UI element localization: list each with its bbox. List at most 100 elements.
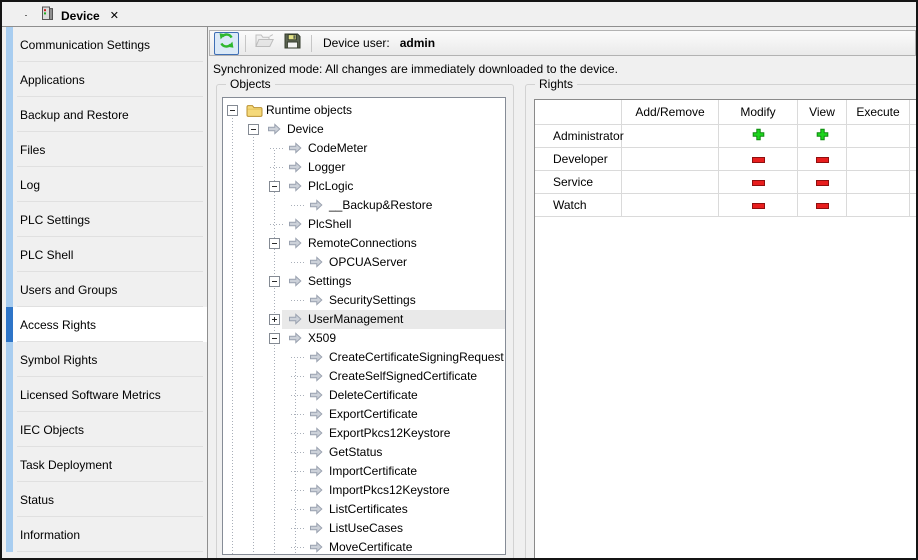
tree-node-exportpkcs12keystore[interactable]: ExportPkcs12Keystore bbox=[223, 424, 505, 443]
perm-cell-watch-view[interactable] bbox=[798, 194, 847, 217]
perm-cell-administrator-add-remove[interactable] bbox=[622, 125, 719, 148]
tree-node-label[interactable]: X509 bbox=[308, 329, 336, 348]
refresh-sync-button[interactable] bbox=[214, 32, 239, 55]
grant-plus-icon bbox=[816, 128, 829, 144]
tree-node-label[interactable]: Device bbox=[287, 120, 324, 139]
collapse-minus-icon[interactable] bbox=[269, 181, 280, 192]
tree-node-label[interactable]: Settings bbox=[308, 272, 351, 291]
perm-cell-developer-execute[interactable] bbox=[847, 148, 910, 171]
tree-node-label[interactable]: CreateCertificateSigningRequest bbox=[329, 348, 504, 367]
tree-node-deletecertificate[interactable]: DeleteCertificate bbox=[223, 386, 505, 405]
perm-cell-administrator-view[interactable] bbox=[798, 125, 847, 148]
tree-node-codemeter[interactable]: CodeMeter bbox=[223, 139, 505, 158]
perm-cell-developer-modify[interactable] bbox=[719, 148, 798, 171]
sidebar-item-status[interactable]: Status bbox=[6, 482, 207, 517]
perm-cell-watch-modify[interactable] bbox=[719, 194, 798, 217]
tree-node-logger[interactable]: Logger bbox=[223, 158, 505, 177]
tree-node-label[interactable]: DeleteCertificate bbox=[329, 386, 418, 405]
tree-node-backup-restore[interactable]: __Backup&Restore bbox=[223, 196, 505, 215]
tree-node-label[interactable]: MoveCertificate bbox=[329, 538, 412, 555]
tree-node-opcuaserver[interactable]: OPCUAServer bbox=[223, 253, 505, 272]
tree-node-label[interactable]: ImportPkcs12Keystore bbox=[329, 481, 450, 500]
tree-node-settings[interactable]: Settings bbox=[223, 272, 505, 291]
row-filler-cell bbox=[910, 148, 918, 171]
tree-node-label[interactable]: __Backup&Restore bbox=[329, 196, 432, 215]
sidebar-item-communication-settings[interactable]: Communication Settings bbox=[6, 27, 207, 62]
perm-cell-service-add-remove[interactable] bbox=[622, 171, 719, 194]
tree-node-label[interactable]: ListUseCases bbox=[329, 519, 403, 538]
tree-node-securitysettings[interactable]: SecuritySettings bbox=[223, 291, 505, 310]
perm-cell-administrator-modify[interactable] bbox=[719, 125, 798, 148]
tree-node-label[interactable]: Runtime objects bbox=[266, 101, 352, 120]
tree-node-label[interactable]: ExportCertificate bbox=[329, 405, 418, 424]
tree-node-createcertificatesigningrequest[interactable]: CreateCertificateSigningRequest bbox=[223, 348, 505, 367]
close-icon[interactable]: ✕ bbox=[110, 9, 119, 22]
tree-node-label[interactable]: CodeMeter bbox=[308, 139, 367, 158]
objects-tree-panel[interactable]: Runtime objectsDeviceCodeMeterLoggerPlcL… bbox=[222, 97, 506, 555]
tree-node-listusecases[interactable]: ListUseCases bbox=[223, 519, 505, 538]
perm-cell-service-modify[interactable] bbox=[719, 171, 798, 194]
tree-node-remoteconnections[interactable]: RemoteConnections bbox=[223, 234, 505, 253]
tree-node-label[interactable]: PlcShell bbox=[308, 215, 351, 234]
tree-node-usermanagement[interactable]: UserManagement bbox=[223, 310, 505, 329]
collapse-minus-icon[interactable] bbox=[269, 238, 280, 249]
tree-node-label[interactable]: SecuritySettings bbox=[329, 291, 416, 310]
tree-node-movecertificate[interactable]: MoveCertificate bbox=[223, 538, 505, 555]
sidebar-item-licensed-software-metrics[interactable]: Licensed Software Metrics bbox=[6, 377, 207, 412]
sidebar-item-label: Symbol Rights bbox=[20, 353, 97, 367]
perm-cell-developer-add-remove[interactable] bbox=[622, 148, 719, 171]
tree-node-label[interactable]: UserManagement bbox=[308, 310, 403, 329]
sidebar-item-backup-and-restore[interactable]: Backup and Restore bbox=[6, 97, 207, 132]
sidebar-item-task-deployment[interactable]: Task Deployment bbox=[6, 447, 207, 482]
collapse-minus-icon[interactable] bbox=[269, 276, 280, 287]
sidebar-item-information[interactable]: Information bbox=[6, 517, 207, 552]
tree-node-x509[interactable]: X509 bbox=[223, 329, 505, 348]
sidebar-item-iec-objects[interactable]: IEC Objects bbox=[6, 412, 207, 447]
collapse-minus-icon[interactable] bbox=[269, 333, 280, 344]
collapse-minus-icon[interactable] bbox=[227, 105, 238, 116]
arrow-icon bbox=[309, 370, 323, 382]
sidebar-item-plc-shell[interactable]: PLC Shell bbox=[6, 237, 207, 272]
perm-cell-developer-view[interactable] bbox=[798, 148, 847, 171]
tree-node-label[interactable]: PlcLogic bbox=[308, 177, 353, 196]
tree-node-label[interactable]: OPCUAServer bbox=[329, 253, 407, 272]
tree-node-exportcertificate[interactable]: ExportCertificate bbox=[223, 405, 505, 424]
perm-cell-administrator-execute[interactable] bbox=[847, 125, 910, 148]
sidebar-item-symbol-rights[interactable]: Symbol Rights bbox=[6, 342, 207, 377]
perm-cell-watch-add-remove[interactable] bbox=[622, 194, 719, 217]
expand-plus-icon[interactable] bbox=[269, 314, 280, 325]
tree-node-plclogic[interactable]: PlcLogic bbox=[223, 177, 505, 196]
sidebar-item-access-rights[interactable]: Access Rights bbox=[6, 307, 207, 342]
tree-connector-line bbox=[291, 414, 304, 415]
tree-node-label[interactable]: ImportCertificate bbox=[329, 462, 417, 481]
perm-cell-service-view[interactable] bbox=[798, 171, 847, 194]
perm-cell-service-execute[interactable] bbox=[847, 171, 910, 194]
export-users-button[interactable] bbox=[280, 32, 305, 55]
tree-node-label[interactable]: RemoteConnections bbox=[308, 234, 417, 253]
sidebar-item-files[interactable]: Files bbox=[6, 132, 207, 167]
sidebar-item-log[interactable]: Log bbox=[6, 167, 207, 202]
tree-node-label[interactable]: ExportPkcs12Keystore bbox=[329, 424, 450, 443]
tree-node-label[interactable]: ListCertificates bbox=[329, 500, 408, 519]
sidebar-item-applications[interactable]: Applications bbox=[6, 62, 207, 97]
selection-accent-bar bbox=[6, 167, 13, 202]
tree-node-importpkcs12keystore[interactable]: ImportPkcs12Keystore bbox=[223, 481, 505, 500]
sidebar-item-plc-settings[interactable]: PLC Settings bbox=[6, 202, 207, 237]
tree-node-device[interactable]: Device bbox=[223, 120, 505, 139]
tree-node-createselfsignedcertificate[interactable]: CreateSelfSignedCertificate bbox=[223, 367, 505, 386]
collapse-minus-icon[interactable] bbox=[248, 124, 259, 135]
import-users-button[interactable] bbox=[252, 32, 277, 55]
tree-node-plcshell[interactable]: PlcShell bbox=[223, 215, 505, 234]
tree-node-label[interactable]: GetStatus bbox=[329, 443, 382, 462]
tree-node-getstatus[interactable]: GetStatus bbox=[223, 443, 505, 462]
sync-icon bbox=[218, 32, 235, 54]
tree-node-importcertificate[interactable]: ImportCertificate bbox=[223, 462, 505, 481]
tree-node-label[interactable]: CreateSelfSignedCertificate bbox=[329, 367, 477, 386]
tree-node-label[interactable]: Logger bbox=[308, 158, 345, 177]
tree-node-runtime-objects[interactable]: Runtime objects bbox=[223, 101, 505, 120]
tree-node-listcertificates[interactable]: ListCertificates bbox=[223, 500, 505, 519]
sidebar-item-users-and-groups[interactable]: Users and Groups bbox=[6, 272, 207, 307]
perm-cell-watch-execute[interactable] bbox=[847, 194, 910, 217]
tab-device[interactable]: Device ✕ bbox=[26, 4, 129, 27]
arrow-icon bbox=[309, 389, 323, 401]
